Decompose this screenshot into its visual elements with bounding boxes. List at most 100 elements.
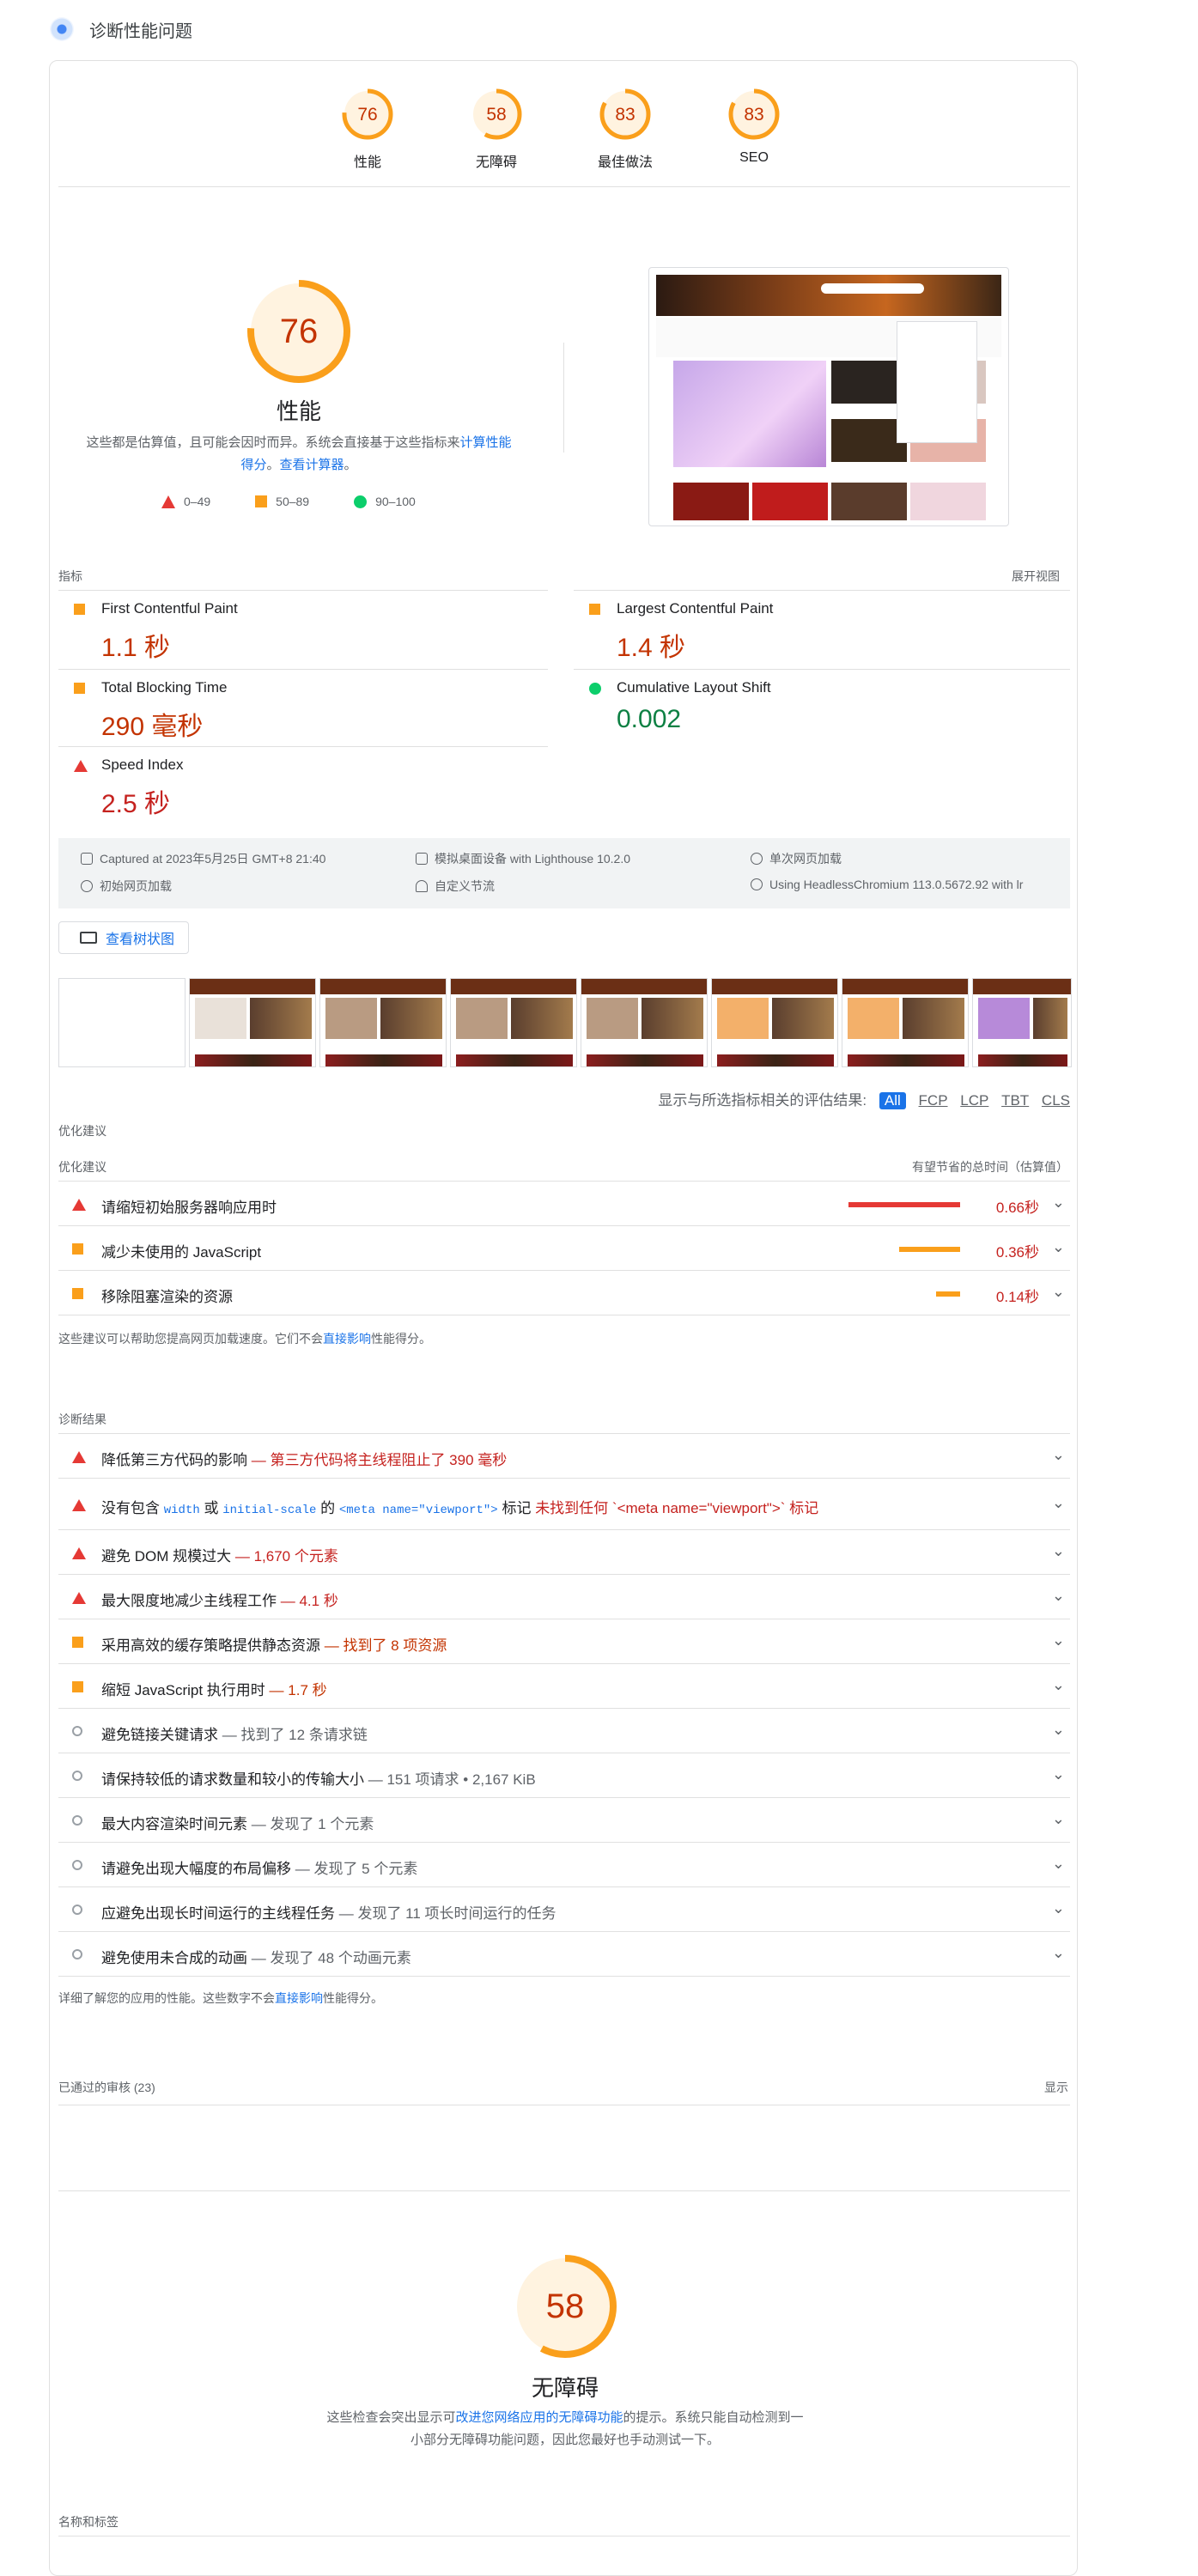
captured-time: Captured at 2023年5月25日 GMT+8 21:40 — [81, 850, 325, 867]
chevron-down-icon[interactable]: ⌄ — [1052, 1494, 1065, 1512]
accessibility-title: 无障碍 — [531, 2375, 599, 2401]
chevron-down-icon[interactable]: ⌄ — [1052, 1194, 1065, 1212]
passed-audits-toggle[interactable]: 显示 — [1044, 2079, 1068, 2096]
diagnostic-row[interactable]: 没有包含 width 或 initial-scale 的 <meta name=… — [58, 1479, 1070, 1530]
gauge-score: 76 — [357, 105, 377, 125]
initial-load: 初始网页加载 — [81, 878, 172, 895]
chevron-down-icon[interactable]: ⌄ — [1052, 1899, 1065, 1917]
opportunities-label: 优化建议 — [58, 1124, 106, 1138]
diagnostic-row[interactable]: 应避免出现长时间运行的主线程任务 — 发现了 11 项长时间运行的任务 ⌄ — [58, 1887, 1070, 1932]
diagnostic-row[interactable]: 请避免出现大幅度的布局偏移 — 发现了 5 个元素 ⌄ — [58, 1843, 1070, 1887]
filmstrip-frame — [972, 978, 1072, 1067]
chevron-down-icon[interactable]: ⌄ — [1052, 1855, 1065, 1873]
average-square-icon — [589, 604, 600, 615]
chevron-down-icon[interactable]: ⌄ — [1052, 1765, 1065, 1783]
diagnostics-note: 详细了解您的应用的性能。这些数字不会直接影响性能得分。 — [58, 1991, 383, 2005]
fail-triangle-icon — [74, 760, 88, 772]
laptop-icon — [416, 853, 428, 865]
diagnostic-row[interactable]: 缩短 JavaScript 执行用时 — 1.7 秒 ⌄ — [58, 1664, 1070, 1709]
savings-bar — [848, 1202, 960, 1207]
gauge-label: 性能 — [353, 155, 381, 170]
gauge-best-practices[interactable]: 83 最佳做法 — [574, 87, 677, 171]
view-calculator-link[interactable]: 查看计算器 — [280, 458, 344, 472]
opportunity-row[interactable]: 请缩短初始服务器响应用时 0.66秒 ⌄ — [58, 1182, 1070, 1226]
chevron-down-icon[interactable]: ⌄ — [1052, 1238, 1065, 1256]
gauge-label: 无障碍 — [475, 155, 517, 170]
filmstrip-frame — [189, 978, 316, 1067]
session-info: 单次网页加载 — [751, 850, 842, 867]
accessibility-score: 58 — [546, 2287, 585, 2325]
gauge-accessibility[interactable]: 58 无障碍 — [445, 87, 548, 171]
filmstrip-frame — [581, 978, 708, 1067]
expand-view-toggle[interactable]: 展开视图 — [1012, 568, 1060, 585]
accessibility-gauge: 58 — [514, 2255, 617, 2358]
report-card: 76 性能 58 无障碍 83 最佳做法 83 SEO 76 性能 这些都是估算… — [49, 60, 1078, 2576]
metric-tbt: Total Blocking Time 290 毫秒 — [58, 671, 548, 748]
people-icon — [751, 853, 763, 865]
chevron-down-icon[interactable]: ⌄ — [1052, 1676, 1065, 1694]
vertical-divider — [563, 343, 564, 453]
chevron-down-icon[interactable]: ⌄ — [1052, 1587, 1065, 1605]
info-circle-icon — [72, 1860, 82, 1870]
treemap-icon — [80, 932, 97, 944]
chevron-down-icon[interactable]: ⌄ — [1052, 1810, 1065, 1828]
accessibility-description: 这些检查会突出显示可改进您网络应用的无障碍功能的提示。系统只能自动检测到一小部分… — [326, 2410, 804, 2447]
gauge-performance[interactable]: 76 性能 — [316, 87, 419, 171]
diagnostic-row[interactable]: 避免链接关键请求 — 找到了 12 条请求链 ⌄ — [58, 1709, 1070, 1753]
gauge-seo[interactable]: 83 SEO — [702, 87, 806, 166]
throttling-info: 自定义节流 — [416, 878, 495, 895]
metrics-label: 指标 — [58, 569, 82, 583]
chrome-icon — [751, 878, 763, 890]
diagnostics-label: 诊断结果 — [58, 1413, 106, 1426]
performance-score: 76 — [280, 313, 319, 350]
pass-circle-icon — [589, 683, 601, 695]
gauge-ring-icon: 58 — [471, 88, 522, 140]
chevron-down-icon[interactable]: ⌄ — [1052, 1631, 1065, 1649]
names-labels-group: 名称和标签 — [58, 2515, 119, 2529]
gauge-score: 58 — [486, 105, 506, 125]
filter-tbt[interactable]: TBT — [1001, 1092, 1029, 1109]
gauge-label: 最佳做法 — [597, 155, 653, 170]
view-treemap-button[interactable]: 查看树状图 — [58, 921, 189, 954]
filmstrip-frame — [450, 978, 577, 1067]
fail-triangle-icon — [72, 1592, 86, 1604]
diagnostic-row[interactable]: 最大内容渲染时间元素 — 发现了 1 个元素 ⌄ — [58, 1798, 1070, 1843]
filter-cls[interactable]: CLS — [1042, 1092, 1070, 1109]
opportunity-row[interactable]: 移除阻塞渲染的资源 0.14秒 ⌄ — [58, 1271, 1070, 1315]
opportunity-row[interactable]: 减少未使用的 JavaScript 0.36秒 ⌄ — [58, 1226, 1070, 1271]
filmstrip-frame — [319, 978, 447, 1067]
diagnostic-row[interactable]: 降低第三方代码的影响 — 第三方代码将主线程阻止了 390 毫秒 ⌄ — [58, 1434, 1070, 1479]
score-gauges-row: 76 性能 58 无障碍 83 最佳做法 83 SEO — [50, 87, 1079, 190]
chevron-down-icon[interactable]: ⌄ — [1052, 1721, 1065, 1739]
diagnostic-row[interactable]: 避免 DOM 规模过大 — 1,670 个元素 ⌄ — [58, 1530, 1070, 1575]
diagnostic-row[interactable]: 最大限度地减少主线程工作 — 4.1 秒 ⌄ — [58, 1575, 1070, 1619]
chevron-down-icon[interactable]: ⌄ — [1052, 1944, 1065, 1962]
gauge-ring-icon: 76 — [342, 88, 393, 140]
average-square-icon — [72, 1243, 83, 1255]
diagnostic-row[interactable]: 采用高效的缓存策略提供静态资源 — 找到了 8 项资源 ⌄ — [58, 1619, 1070, 1664]
chevron-down-icon[interactable]: ⌄ — [1052, 1283, 1065, 1301]
chevron-down-icon[interactable]: ⌄ — [1052, 1446, 1065, 1464]
diagnostic-row[interactable]: 避免使用未合成的动画 — 发现了 48 个动画元素 ⌄ — [58, 1932, 1070, 1977]
info-circle-icon — [72, 1815, 82, 1826]
filter-fcp[interactable]: FCP — [919, 1092, 948, 1109]
gauge-ring-icon: 83 — [599, 88, 651, 140]
gauge-score: 83 — [615, 105, 635, 125]
fail-triangle-icon — [72, 1451, 86, 1463]
metric-filter: 显示与所选指标相关的评估结果: All FCP LCP TBT CLS — [658, 1092, 1070, 1109]
info-circle-icon — [72, 1949, 82, 1959]
filter-lcp[interactable]: LCP — [960, 1092, 988, 1109]
info-circle-icon — [72, 1771, 82, 1781]
average-square-icon — [72, 1637, 83, 1648]
metric-lcp: Largest Contentful Paint 1.4 秒 — [574, 592, 1063, 669]
fail-triangle-icon — [72, 1499, 86, 1511]
direct-impact-link[interactable]: 直接影响 — [323, 1332, 371, 1346]
final-screenshot[interactable] — [648, 267, 1009, 526]
a11y-link[interactable]: 改进您网络应用的无障碍功能 — [455, 2410, 623, 2425]
diagnostic-row[interactable]: 请保持较低的请求数量和较小的传输大小 — 151 项请求 • 2,167 KiB… — [58, 1753, 1070, 1798]
gauge-label: SEO — [739, 150, 769, 165]
direct-impact-link[interactable]: 直接影响 — [275, 1991, 323, 2005]
filter-all[interactable]: All — [879, 1092, 906, 1109]
pass-circle-icon — [354, 495, 368, 508]
chevron-down-icon[interactable]: ⌄ — [1052, 1542, 1065, 1560]
